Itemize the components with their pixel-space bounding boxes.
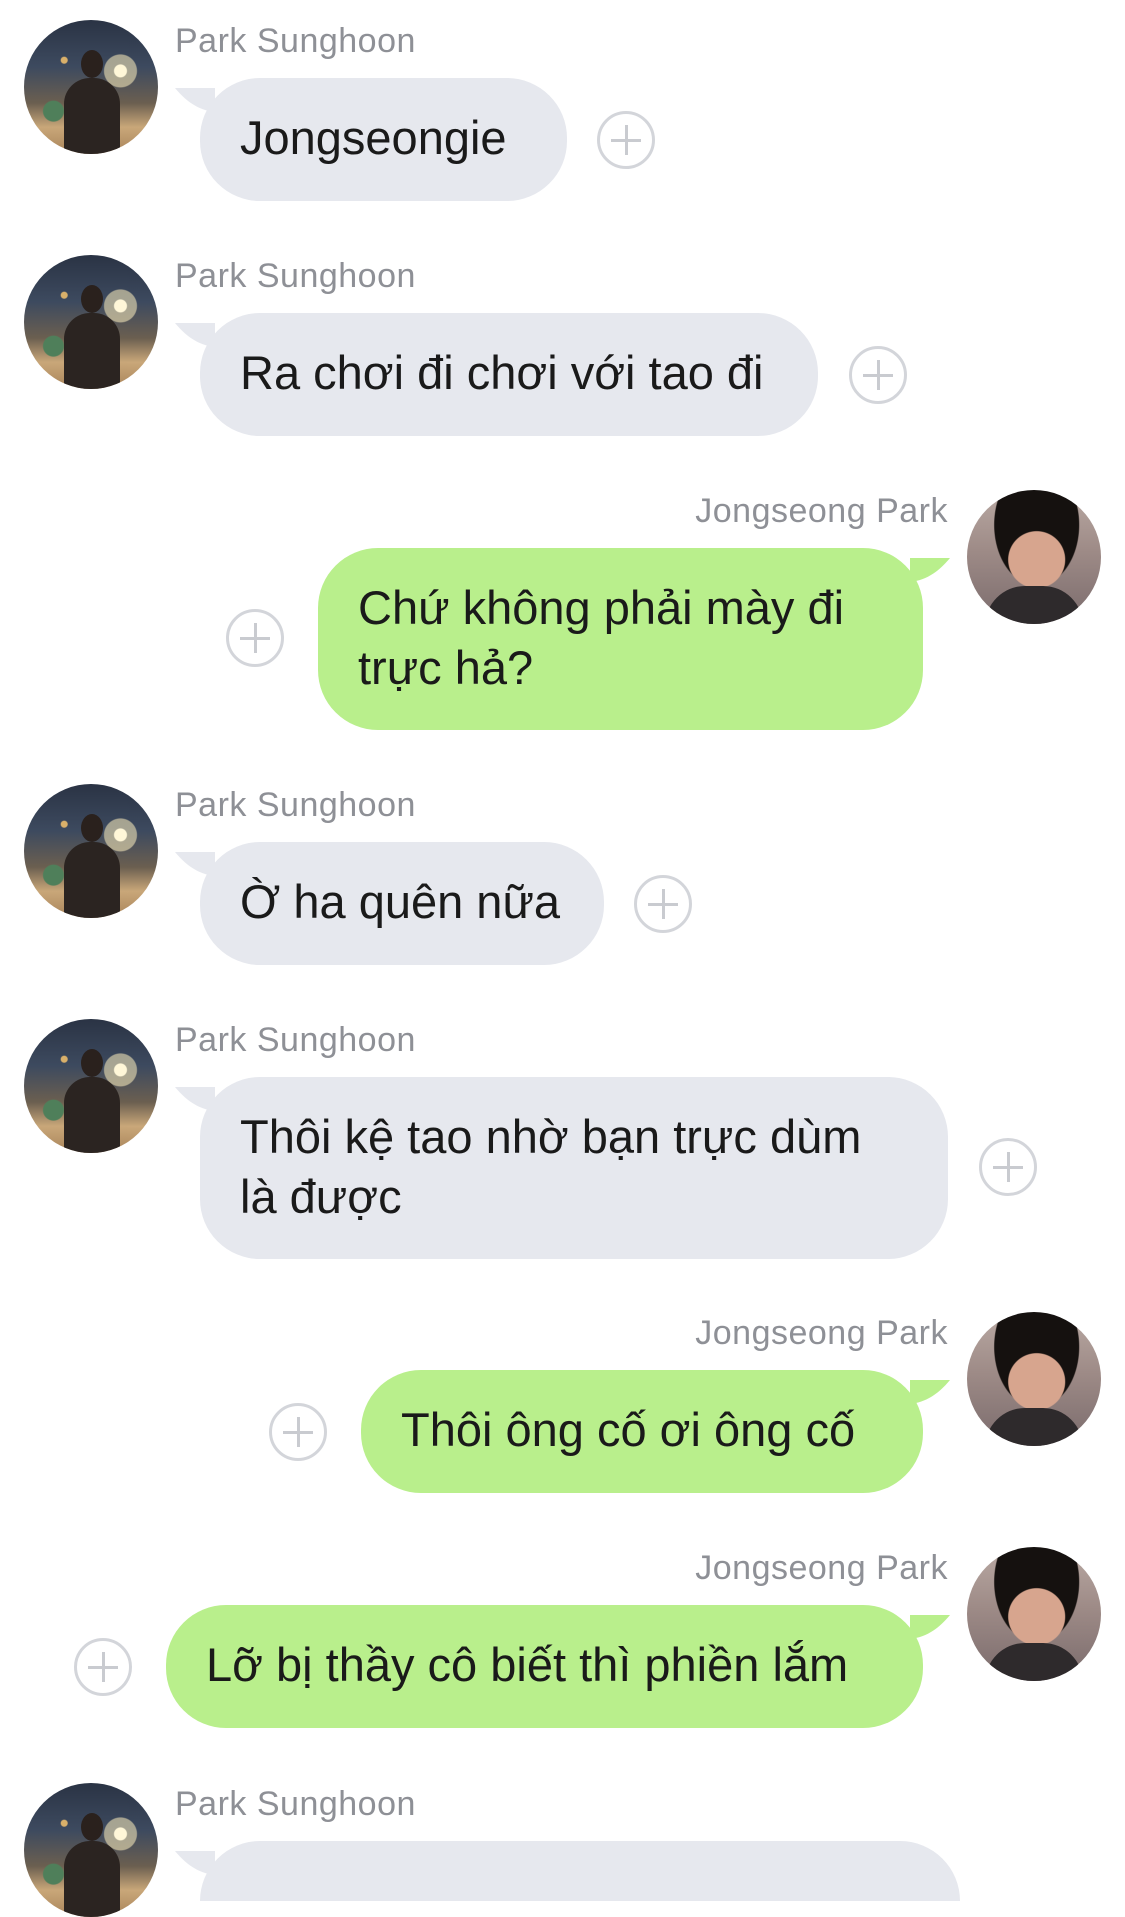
message-text-line: Chứ không phải mày đi (358, 581, 845, 634)
add-reaction-plus-icon[interactable] (226, 609, 284, 667)
message-bubble[interactable]: Ra chơi đi chơi với tao đi (200, 313, 818, 436)
message-bubble[interactable]: Thôi ông cố ơi ông cố (361, 1370, 923, 1493)
message-text: Thôi ông cố ơi ông cố (401, 1403, 856, 1456)
message-bubble[interactable] (200, 1841, 960, 1901)
add-reaction-plus-icon[interactable] (597, 111, 655, 169)
sender-name: Park Sunghoon (175, 1785, 416, 1823)
add-reaction-plus-icon[interactable] (979, 1138, 1037, 1196)
avatar-shirt-shape (985, 1643, 1083, 1681)
message-text-line: là được (240, 1170, 402, 1223)
avatar-head-shape (81, 1049, 103, 1077)
add-reaction-plus-icon[interactable] (74, 1638, 132, 1696)
avatar-figure-shape (64, 78, 120, 154)
add-reaction-plus-icon[interactable] (269, 1403, 327, 1461)
sender-name: Park Sunghoon (175, 786, 416, 824)
sender-name: Jongseong Park (695, 1549, 948, 1587)
message-bubble[interactable]: Chứ không phải mày đi trực hả? (318, 548, 923, 730)
avatar-park-sunghoon[interactable] (24, 1783, 158, 1917)
avatar-park-sunghoon[interactable] (24, 784, 158, 918)
avatar-shirt-shape (985, 586, 1083, 624)
sender-name: Park Sunghoon (175, 257, 416, 295)
message-bubble[interactable]: Jongseongie (200, 78, 567, 201)
avatar-head-shape (81, 1813, 103, 1841)
message-bubble[interactable]: Lỡ bị thầy cô biết thì phiền lắm (166, 1605, 923, 1728)
sender-name: Park Sunghoon (175, 1021, 416, 1059)
message-bubble[interactable]: Ờ ha quên nữa (200, 842, 604, 965)
avatar-park-sunghoon[interactable] (24, 1019, 158, 1153)
message-text: Ra chơi đi chơi với tao đi (240, 346, 764, 399)
sender-name: Park Sunghoon (175, 22, 416, 60)
avatar-jongseong-park[interactable] (967, 1312, 1101, 1446)
chat-thread[interactable]: Park Sunghoon Jongseongie Park Sunghoon … (0, 0, 1125, 1917)
avatar-figure-shape (64, 1077, 120, 1153)
message-text: Jongseongie (240, 111, 507, 164)
add-reaction-plus-icon[interactable] (634, 875, 692, 933)
avatar-shirt-shape (985, 1408, 1083, 1446)
message-text: Ờ ha quên nữa (240, 875, 561, 928)
avatar-figure-shape (64, 842, 120, 918)
sender-name: Jongseong Park (695, 492, 948, 530)
avatar-park-sunghoon[interactable] (24, 20, 158, 154)
avatar-jongseong-park[interactable] (967, 1547, 1101, 1681)
message-text-line: trực hả? (358, 641, 534, 694)
add-reaction-plus-icon[interactable] (849, 346, 907, 404)
avatar-head-shape (81, 50, 103, 78)
avatar-head-shape (81, 285, 103, 313)
message-text: Lỡ bị thầy cô biết thì phiền lắm (206, 1638, 849, 1691)
avatar-figure-shape (64, 313, 120, 389)
message-bubble[interactable]: Thôi kệ tao nhờ bạn trực dùm là được (200, 1077, 948, 1259)
avatar-figure-shape (64, 1841, 120, 1917)
sender-name: Jongseong Park (695, 1314, 948, 1352)
avatar-jongseong-park[interactable] (967, 490, 1101, 624)
message-text-line: Thôi kệ tao nhờ bạn trực dùm (240, 1110, 862, 1163)
avatar-head-shape (81, 814, 103, 842)
avatar-park-sunghoon[interactable] (24, 255, 158, 389)
